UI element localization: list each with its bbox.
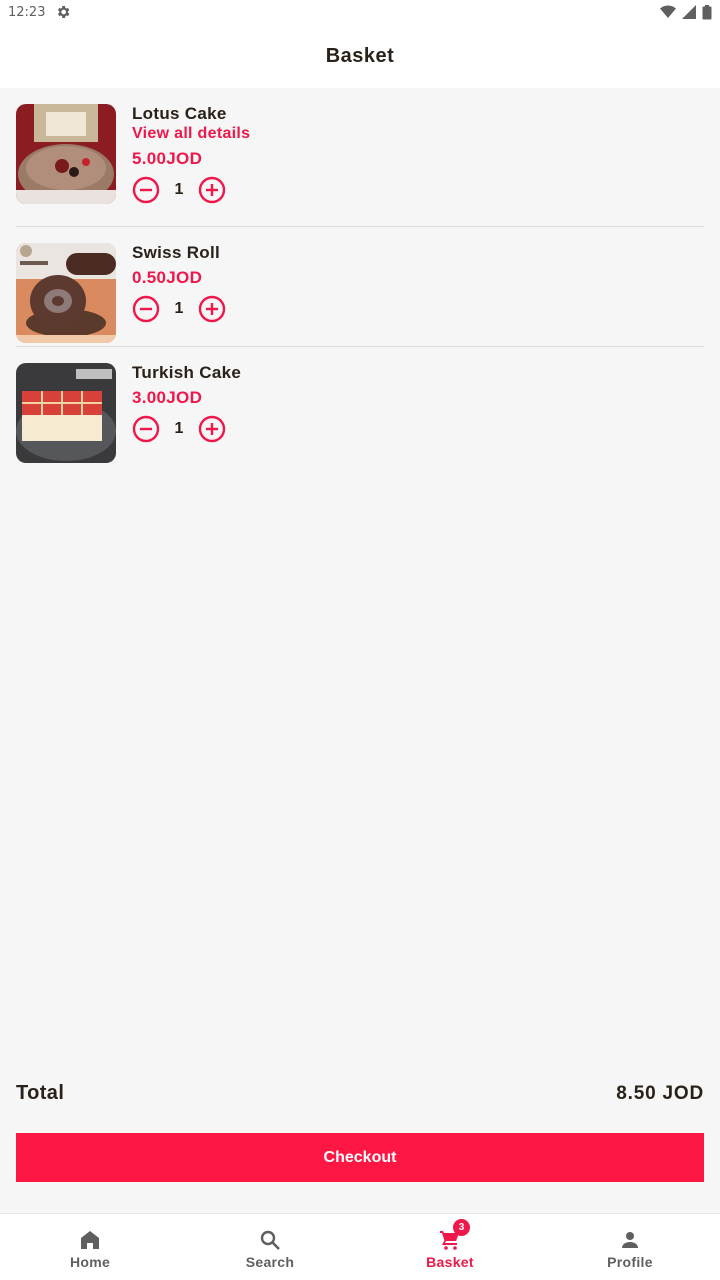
total-label: Total [16, 1082, 65, 1104]
checkout-button[interactable]: Checkout [16, 1133, 704, 1182]
battery-icon [702, 4, 712, 19]
item-price: 3.00JOD [132, 388, 203, 407]
nav-label: Basket [426, 1254, 474, 1270]
basket-list: Lotus Cake View all details 5.00JOD 1 Sw… [16, 104, 704, 467]
decrement-icon[interactable] [132, 295, 160, 323]
cart-badge: 3 [453, 1219, 470, 1236]
app-bar: Basket [0, 24, 720, 88]
product-image-lotus-cake[interactable] [16, 104, 116, 204]
increment-icon[interactable] [198, 415, 226, 443]
nav-item-home[interactable]: Home [0, 1214, 180, 1280]
quantity-value: 1 [174, 300, 184, 317]
signal-icon [682, 5, 696, 19]
nav-item-search[interactable]: Search [180, 1214, 360, 1280]
nav-label: Profile [607, 1254, 653, 1270]
wifi-icon [660, 5, 676, 18]
item-info: Lotus Cake View all details 5.00JOD 1 [132, 104, 250, 204]
home-icon [81, 1231, 99, 1249]
item-info: Swiss Roll 0.50JOD 1 [132, 243, 226, 323]
status-bar: 12:23 [0, 0, 720, 24]
person-icon [622, 1232, 638, 1248]
product-image-turkish-cake[interactable] [16, 363, 116, 463]
gear-icon [58, 6, 70, 18]
item-name: Turkish Cake [132, 363, 242, 382]
search-icon [260, 1230, 280, 1250]
nav-label: Search [245, 1254, 295, 1270]
page-title: Basket [325, 44, 395, 67]
quantity-stepper: 1 [132, 295, 226, 323]
basket-item: Swiss Roll 0.50JOD 1 [16, 227, 704, 347]
nav-item-basket[interactable]: 3 Basket [360, 1214, 540, 1280]
increment-icon[interactable] [198, 295, 226, 323]
basket-item: Turkish Cake 3.00JOD 1 [16, 347, 704, 467]
item-price: 5.00JOD [132, 149, 203, 168]
quantity-stepper: 1 [132, 415, 241, 443]
view-details-link[interactable]: View all details [132, 124, 250, 144]
total-row: Total 8.50 JOD [16, 1082, 704, 1105]
bottom-nav: Home Search 3 Basket Profile [0, 1213, 720, 1280]
status-time: 12:23 [8, 4, 46, 20]
total-value: 8.50 JOD [616, 1082, 704, 1104]
product-image-swiss-roll[interactable] [16, 243, 116, 343]
decrement-icon[interactable] [132, 415, 160, 443]
quantity-value: 1 [174, 181, 184, 198]
quantity-stepper: 1 [132, 176, 250, 204]
cart-icon-wrap: 3 [438, 1219, 470, 1252]
nav-label: Home [69, 1254, 111, 1270]
item-info: Turkish Cake 3.00JOD 1 [132, 363, 241, 443]
item-name: Lotus Cake [132, 104, 227, 123]
quantity-value: 1 [174, 420, 184, 437]
item-name: Swiss Roll [132, 243, 221, 262]
basket-item: Lotus Cake View all details 5.00JOD 1 [16, 104, 704, 227]
decrement-icon[interactable] [132, 176, 160, 204]
increment-icon[interactable] [198, 176, 226, 204]
item-price: 0.50JOD [132, 268, 203, 287]
nav-item-profile[interactable]: Profile [540, 1214, 720, 1280]
